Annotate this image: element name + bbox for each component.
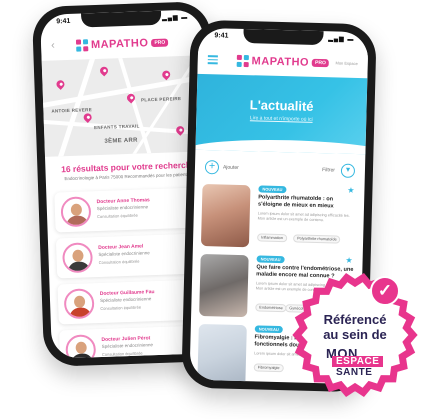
- map-pin-icon[interactable]: [174, 124, 186, 136]
- back-arrow-icon[interactable]: ‹: [51, 39, 55, 51]
- bookmark-star-icon[interactable]: ★: [347, 186, 354, 195]
- signal-wifi-battery-icon: ▂▄▆ ▬: [161, 14, 189, 22]
- map-pin-icon[interactable]: [81, 111, 94, 123]
- brand-badge: PRO: [151, 38, 169, 48]
- map-label: PLACE PEREIRE: [140, 96, 182, 103]
- doctor-card[interactable]: Docteur Anne Thomas Spécialiste endocrin…: [54, 187, 202, 233]
- mapatho-logo-icon: [236, 54, 249, 68]
- article-excerpt: Lorem ipsum dolor sit amet ad adipiscing…: [257, 211, 350, 223]
- status-time: 9:41: [214, 32, 229, 40]
- filter-icon[interactable]: ▼: [340, 163, 356, 178]
- doctor-address: Consultation équilibrée: [97, 212, 138, 220]
- article-chip[interactable]: Fibromyalgie: [253, 363, 284, 373]
- app-header: MAPATHO PRO Mon Espace: [197, 45, 369, 79]
- status-bar: 9:41 ▂▄▆ ▬: [198, 31, 368, 47]
- map-pin-icon[interactable]: [54, 78, 67, 90]
- article-thumbnail: [197, 323, 247, 385]
- avatar: [60, 196, 92, 228]
- article-thumbnail: [200, 183, 251, 248]
- add-label: Ajouter: [222, 164, 239, 171]
- hero-subtitle-link[interactable]: Lire à tout et n'importe où ici: [196, 114, 366, 124]
- avatar: [62, 242, 94, 274]
- check-icon: ✓: [370, 276, 400, 306]
- doctor-address: Consultation équilibrée: [98, 258, 140, 266]
- add-button[interactable]: +: [204, 160, 220, 175]
- badge-line-1: Référencé: [323, 312, 387, 327]
- hero-title: L'actualité: [249, 97, 314, 114]
- avatar: [65, 334, 97, 359]
- doctor-specialty: Spécialiste endocrinienne: [99, 296, 152, 304]
- mapatho-logo-icon: [75, 39, 89, 52]
- brand-badge: PRO: [311, 58, 330, 68]
- results-map[interactable]: ANTOIE REVERE PLACE PEREIRE ENFANTS TRAV…: [41, 55, 207, 157]
- article-tag: NOUVEAU: [258, 185, 287, 194]
- doctor-specialty: Spécialiste endocrinienne: [96, 204, 149, 212]
- article-thumbnail: [199, 253, 249, 318]
- doctor-card[interactable]: Docteur Jean Amel Spécialiste endocrinie…: [55, 233, 204, 279]
- badge-line-2: au sein de: [323, 327, 387, 342]
- doctor-specialty: Spécialiste endocrinienne: [98, 250, 150, 258]
- article-tag: NOUVEAU: [254, 325, 283, 334]
- article-title: Polyarthrite rhumatoïde : on s'éloigne d…: [257, 194, 334, 210]
- logo-word-sante: SANTE: [336, 367, 373, 378]
- logo-word-espace: ESPACE: [332, 356, 384, 367]
- article-chip[interactable]: Endométriose: [255, 303, 287, 313]
- doctor-address: Consultation équilibrée: [101, 350, 143, 357]
- bookmark-star-icon[interactable]: ★: [345, 256, 352, 265]
- filter-label: Filtrer: [322, 167, 336, 174]
- doctor-address: Consultation équilibrée: [100, 304, 142, 312]
- mon-espace-sante-logo: MON ESPACE SANTE: [320, 346, 392, 380]
- map-pin-icon[interactable]: [160, 68, 172, 81]
- article-chip[interactable]: Inflammation: [257, 233, 288, 243]
- hamburger-menu-icon[interactable]: [207, 55, 218, 66]
- avatar: [63, 288, 95, 320]
- referenced-badge: ✓ Référencé au sein de MON ESPACE SANTE: [292, 272, 418, 398]
- article-chip[interactable]: Polyarthrite rhumatoïde: [293, 234, 341, 244]
- brand-name: MAPATHO: [251, 55, 310, 69]
- doctor-specialty: Spécialiste endocrinienne: [101, 342, 154, 349]
- map-pin-icon[interactable]: [98, 65, 110, 77]
- signal-wifi-battery-icon: ▂▄▆ ▬: [328, 36, 355, 43]
- status-time: 9:41: [56, 17, 71, 26]
- article-tag: NOUVEAU: [256, 255, 285, 264]
- article-card[interactable]: NOUVEAU ★ Polyarthrite rhumatoïde : on s…: [200, 183, 359, 258]
- news-hero-banner: L'actualité Lire à tout et n'importe où …: [195, 73, 368, 155]
- hero-wave: [195, 137, 368, 155]
- map-label: 3ÈME ARR: [104, 137, 138, 145]
- brand-name: MAPATHO: [90, 37, 149, 52]
- news-toolbar: + Ajouter Filtrer ▼: [204, 160, 356, 180]
- partner-logo: Mon Espace: [335, 60, 358, 67]
